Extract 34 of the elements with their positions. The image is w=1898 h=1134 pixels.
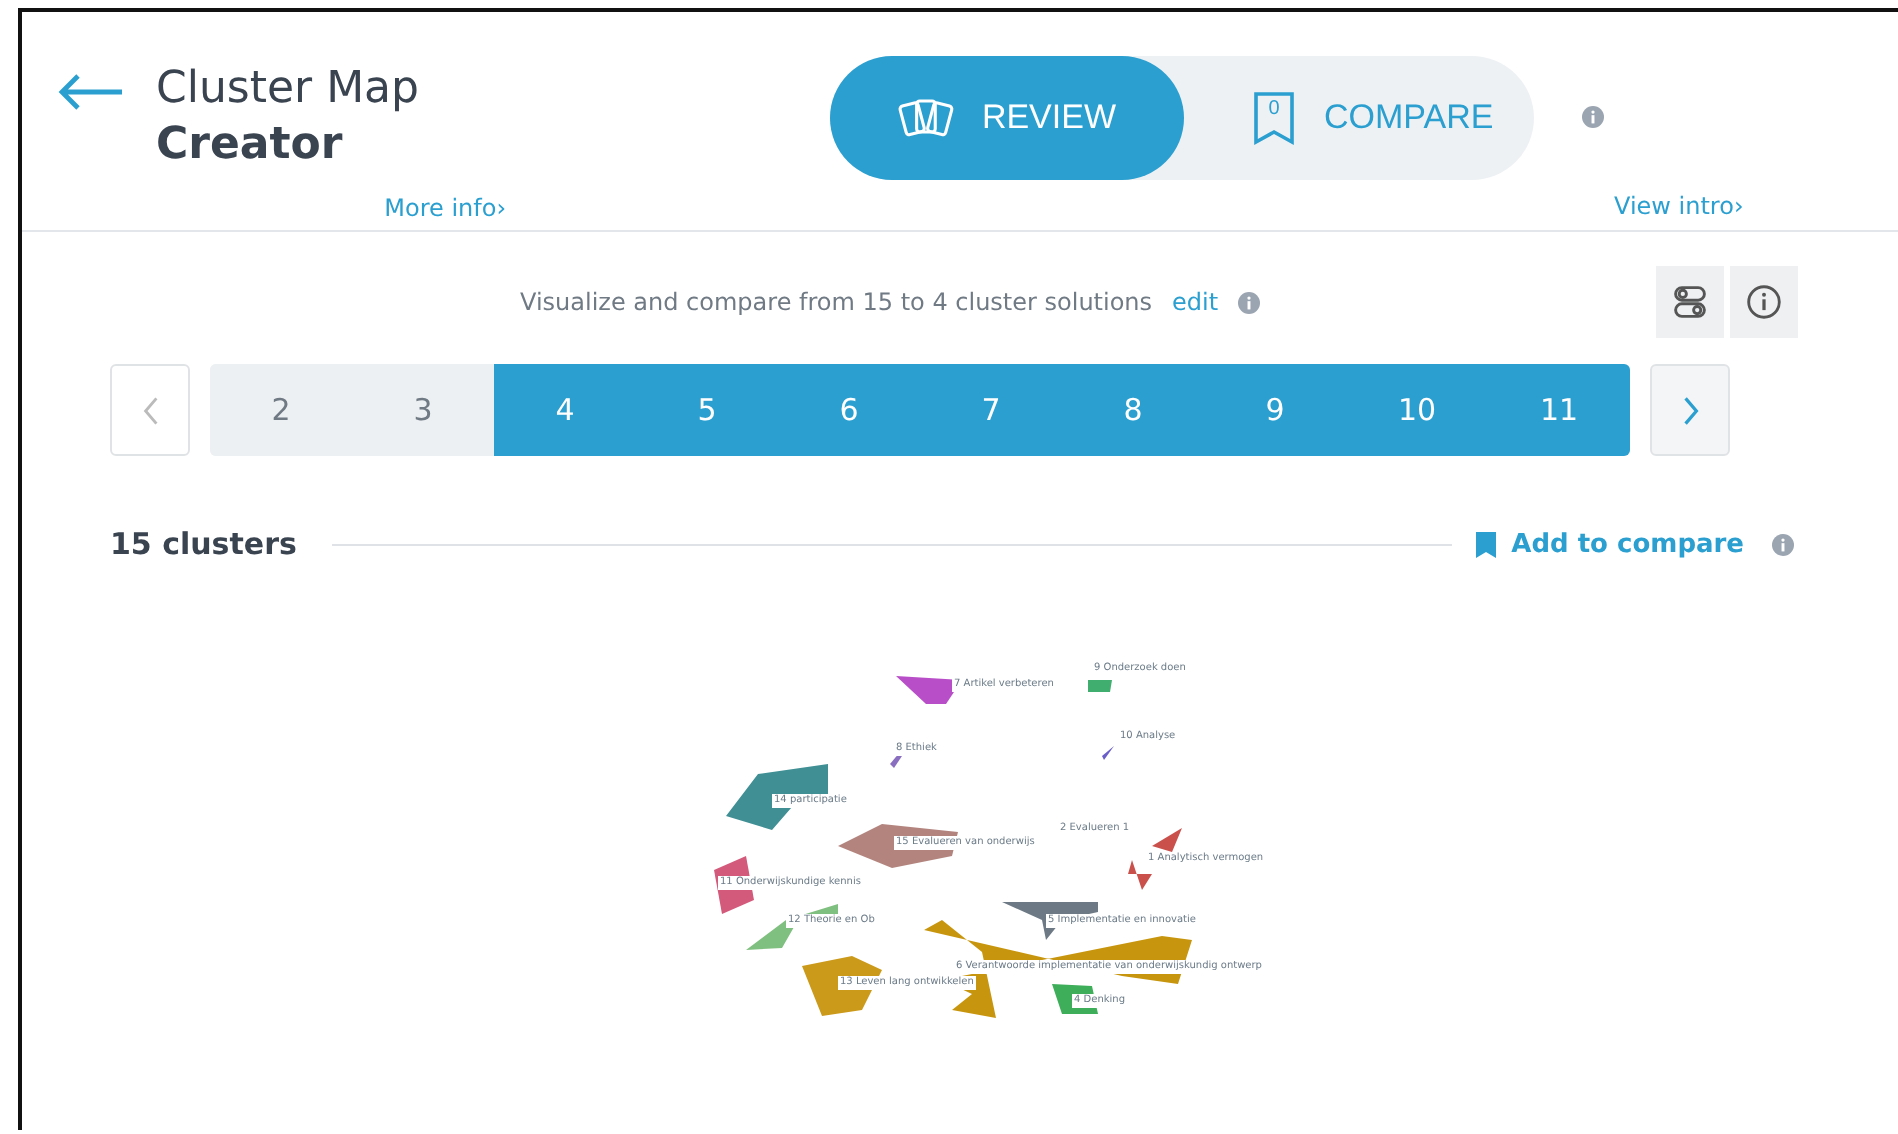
edit-link[interactable]: edit	[1172, 288, 1219, 316]
page-subtitle: Creator	[156, 118, 345, 174]
page-title: Cluster Map	[156, 62, 422, 118]
chevron-left-icon	[141, 395, 159, 425]
chevron-right-icon	[1681, 395, 1699, 425]
mode-tab[interactable]: REVIEW	[830, 56, 1184, 180]
solution-tab[interactable]: 6	[778, 364, 920, 456]
mode-tab[interactable]: 0 COMPARE	[1184, 56, 1562, 180]
add-to-compare-link[interactable]: Add to compare	[1475, 529, 1744, 559]
back-arrow-icon[interactable]	[56, 72, 124, 112]
solution-tab[interactable]: 4	[494, 364, 636, 456]
description-text: Visualize and compare from 15 to 4 cluster solutions	[520, 288, 1153, 316]
solution-tab[interactable]: 8	[1062, 364, 1204, 456]
settings-button[interactable]	[1656, 266, 1724, 338]
solution-tab[interactable]: 9	[1204, 364, 1346, 456]
solution-tab[interactable]: 5	[636, 364, 778, 456]
info-icon	[1582, 106, 1604, 128]
solution-tab[interactable]: 11	[1488, 364, 1630, 456]
count-label: 0	[1266, 98, 1282, 120]
solution-tab[interactable]: 7	[920, 364, 1062, 456]
more-info-link[interactable]: More info›	[384, 194, 506, 222]
section-title: 15 clusters	[110, 526, 297, 562]
info-icon	[1746, 284, 1782, 320]
view-intro-link[interactable]: View intro›	[1614, 192, 1744, 220]
toggles-icon	[1672, 284, 1708, 320]
info-icon	[1238, 291, 1261, 313]
info-button[interactable]	[1730, 266, 1798, 338]
info-icon	[1772, 533, 1794, 555]
bookmark-icon	[1475, 531, 1496, 557]
cluster-shape[interactable]	[1102, 746, 1114, 760]
cluster-shape[interactable]	[1088, 680, 1112, 692]
cluster-shape[interactable]	[1128, 860, 1152, 890]
bookmark-icon	[1252, 90, 1296, 146]
solution-tab[interactable]: 10	[1346, 364, 1488, 456]
